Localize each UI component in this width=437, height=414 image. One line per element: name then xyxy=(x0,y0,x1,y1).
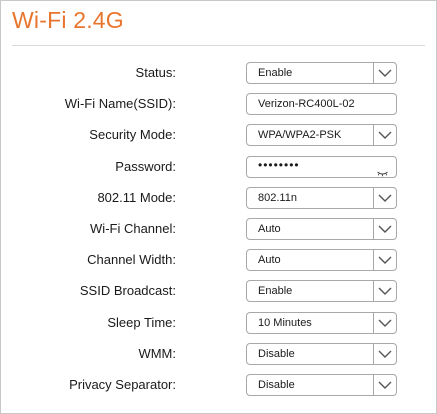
privacy-separator-selected-value: Disable xyxy=(258,378,295,391)
sleep-time-label: Sleep Time: xyxy=(107,314,176,330)
form-row-wi-fi-name-ssid: Wi-Fi Name(SSID): Verizon-RC400L-02 xyxy=(1,90,436,121)
802-11-mode-label: 802.11 Mode: xyxy=(97,189,176,205)
chevron-down-icon[interactable] xyxy=(373,218,396,239)
page-title: Wi-Fi 2.4G xyxy=(12,7,124,33)
form-row-wmm: WMM: Disable xyxy=(1,340,436,371)
chevron-down-icon[interactable] xyxy=(373,187,396,208)
status-select[interactable]: Enable xyxy=(246,62,397,84)
title-divider xyxy=(12,45,425,46)
wifi-settings-panel: Wi-Fi 2.4G Status: Enable Wi-Fi Name(SSID)… xyxy=(0,0,437,414)
form-row-wi-fi-channel: Wi-Fi Channel: Auto xyxy=(1,215,436,246)
wmm-label: WMM: xyxy=(138,345,176,361)
privacy-separator-label: Privacy Separator: xyxy=(69,376,176,392)
chevron-down-icon[interactable] xyxy=(373,312,396,333)
form-row-status: Status: Enable xyxy=(1,59,436,90)
ssid-broadcast-select[interactable]: Enable xyxy=(246,280,397,303)
form-row-ssid-broadcast: SSID Broadcast: Enable xyxy=(1,277,436,308)
wi-fi-channel-label: Wi-Fi Channel: xyxy=(90,220,176,236)
ssid-broadcast-selected-value: Enable xyxy=(258,285,293,298)
sleep-time-selected-value: 10 Minutes xyxy=(258,316,312,329)
chevron-down-icon[interactable] xyxy=(373,250,396,271)
ssid-broadcast-label: SSID Broadcast: xyxy=(79,283,176,299)
form-row-privacy-separator: Privacy Separator: Disable xyxy=(1,371,436,402)
form-row-channel-width: Channel Width: Auto xyxy=(1,246,436,277)
wmm-select[interactable]: Disable xyxy=(246,342,397,365)
password-label: Password: xyxy=(115,158,176,174)
wi-fi-name-ssid-input[interactable]: Verizon-RC400L-02 xyxy=(246,93,397,116)
security-mode-selected-value: WPA/WPA2-PSK xyxy=(258,129,342,142)
security-mode-label: Security Mode: xyxy=(89,127,176,143)
channel-width-label: Channel Width: xyxy=(87,252,176,268)
wmm-selected-value: Disable xyxy=(258,347,295,360)
chevron-down-icon[interactable] xyxy=(373,374,396,395)
channel-width-selected-value: Auto xyxy=(258,254,281,267)
802-11-mode-select[interactable]: 802.11n xyxy=(246,186,397,209)
password-masked-value: •••••••• xyxy=(258,157,300,172)
eye-closed-icon[interactable] xyxy=(377,164,388,182)
chevron-down-icon[interactable] xyxy=(373,125,396,146)
status-selected-value: Enable xyxy=(258,67,293,79)
chevron-down-icon[interactable] xyxy=(373,343,396,364)
802-11-mode-selected-value: 802.11n xyxy=(258,191,297,204)
security-mode-select[interactable]: WPA/WPA2-PSK xyxy=(246,124,397,147)
form-row-security-mode: Security Mode: WPA/WPA2-PSK xyxy=(1,121,436,152)
channel-width-select[interactable]: Auto xyxy=(246,249,397,272)
wi-fi-name-ssid-label: Wi-Fi Name(SSID): xyxy=(64,96,176,112)
form-row-password: Password: •••••••• xyxy=(1,153,436,184)
sleep-time-select[interactable]: 10 Minutes xyxy=(246,311,397,334)
password-input[interactable]: •••••••• xyxy=(246,155,397,178)
privacy-separator-select[interactable]: Disable xyxy=(246,373,397,396)
chevron-down-icon[interactable] xyxy=(373,281,396,302)
wi-fi-channel-select[interactable]: Auto xyxy=(246,217,397,240)
chevron-down-icon[interactable] xyxy=(373,63,396,83)
status-label: Status: xyxy=(135,65,176,80)
wi-fi-name-ssid-value: Verizon-RC400L-02 xyxy=(258,98,355,111)
wi-fi-channel-selected-value: Auto xyxy=(258,222,281,235)
settings-form: Status: Enable Wi-Fi Name(SSID): Verizon-RC… xyxy=(1,59,436,402)
form-row-802-11-mode: 802.11 Mode: 802.11n xyxy=(1,184,436,215)
form-row-sleep-time: Sleep Time: 10 Minutes xyxy=(1,309,436,340)
